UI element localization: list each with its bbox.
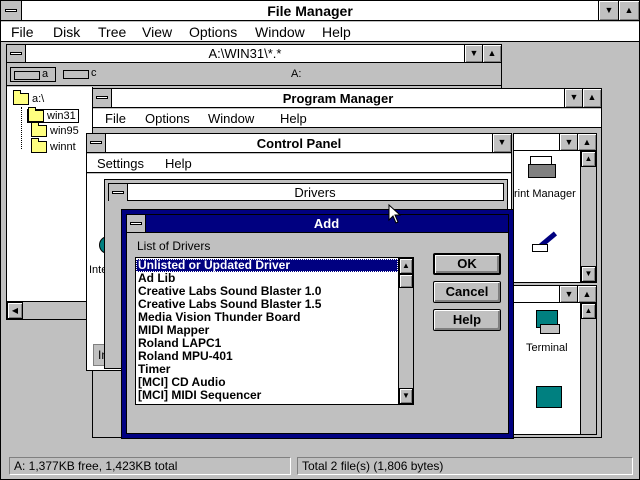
calculator-icon[interactable]	[536, 386, 562, 408]
add-title: Add	[313, 216, 340, 231]
group-accessories-maximize-button[interactable]: ▲	[577, 286, 596, 302]
status-file-count: Total 2 file(s) (1,806 bytes)	[297, 457, 633, 475]
group-accessories-minimize-button[interactable]: ▼	[559, 286, 578, 302]
drivers-vscrollbar[interactable]: ▲ ▼	[398, 258, 413, 404]
drivers-list: Unlisted or Updated Driver Ad Lib Creative…	[136, 259, 398, 402]
add-dialog-inner: Add List of Drivers Unlisted or Updated …	[126, 214, 509, 434]
add-dialog: Add List of Drivers Unlisted or Updated …	[121, 209, 514, 439]
add-titlebar[interactable]: Add	[127, 215, 508, 233]
folder-icon	[31, 138, 47, 154]
folder-icon	[31, 122, 47, 138]
tree-hscrollbar[interactable]: ◀	[7, 301, 93, 319]
pm-menu-options[interactable]: Options	[145, 109, 190, 128]
pm-menu-file[interactable]: File	[105, 109, 126, 128]
add-system-menu-icon[interactable]	[127, 215, 146, 232]
directory-titlebar[interactable]: A:\WIN31\*.* ▼ ▲	[7, 45, 501, 63]
drive-a-button[interactable]: a	[10, 67, 56, 82]
print-manager-icon[interactable]	[528, 156, 556, 178]
tree-pane: a:\ win31 win95 winnt	[7, 87, 93, 307]
directory-title: A:\WIN31\*.*	[208, 46, 282, 61]
drivers-listbox[interactable]: Unlisted or Updated Driver Ad Lib Creative…	[135, 257, 414, 405]
drive-a-label: a	[42, 68, 49, 80]
help-button[interactable]: Help	[433, 309, 501, 331]
tree-item-win95[interactable]: win95	[31, 122, 79, 138]
group-accessories-titlebar[interactable]: ▼ ▲	[514, 286, 596, 303]
program-manager-title: Program Manager	[282, 91, 394, 106]
group-main-maximize-button[interactable]: ▲	[577, 134, 596, 150]
group-accessories-vscrollbar[interactable]: ▲	[580, 303, 596, 434]
menu-file[interactable]: File	[11, 22, 34, 42]
directory-system-menu-icon[interactable]	[7, 45, 26, 62]
drivers-titlebar[interactable]: Drivers	[108, 183, 504, 201]
group-main-titlebar[interactable]: ▼ ▲	[514, 134, 596, 151]
driver-list-item[interactable]: Roland MPU-401	[136, 350, 398, 363]
group-window-main: ▼ ▲ rint Manager ▲ ▼	[513, 133, 597, 283]
volume-label: A:	[291, 68, 302, 80]
group-window-accessories: ▼ ▲ Terminal ▲	[513, 285, 597, 435]
tree-item-winnt[interactable]: winnt	[31, 138, 76, 154]
group-main-vscrollbar[interactable]: ▲ ▼	[580, 151, 596, 282]
control-panel-minimize-button[interactable]: ▼	[492, 134, 511, 152]
menu-view[interactable]: View	[142, 22, 172, 42]
drivers-title: Drivers	[294, 185, 336, 200]
pm-menu-window[interactable]: Window	[208, 109, 254, 128]
control-panel-title: Control Panel	[256, 136, 342, 151]
menu-options[interactable]: Options	[189, 22, 237, 42]
terminal-icon[interactable]	[534, 310, 560, 334]
program-manager-titlebar[interactable]: Program Manager ▼ ▲	[93, 89, 601, 108]
floppy-drive-icon	[14, 71, 40, 80]
cp-menu-help[interactable]: Help	[165, 154, 192, 173]
pen-icon[interactable]	[532, 226, 558, 252]
scroll-up-button[interactable]: ▲	[581, 303, 596, 319]
directory-maximize-button[interactable]: ▲	[482, 45, 501, 62]
scroll-up-button[interactable]: ▲	[581, 151, 596, 167]
list-of-drivers-label: List of Drivers	[137, 239, 211, 253]
mouse-pointer-icon	[388, 203, 402, 224]
status-free-space: A: 1,377KB free, 1,423KB total	[9, 457, 291, 475]
directory-minimize-button[interactable]: ▼	[464, 45, 483, 62]
control-panel-system-menu-icon[interactable]	[87, 134, 106, 152]
driver-list-item[interactable]: Unlisted or Updated Driver	[136, 259, 398, 272]
maximize-button[interactable]: ▲	[618, 1, 639, 20]
ok-button[interactable]: OK	[433, 253, 501, 275]
tree-item-root[interactable]: a:\	[13, 90, 44, 106]
file-manager-title: File Manager	[267, 3, 353, 19]
menu-help[interactable]: Help	[322, 22, 351, 42]
drive-bar: a c A:	[7, 64, 501, 86]
hard-drive-icon	[63, 70, 89, 79]
system-menu-icon[interactable]	[1, 1, 22, 20]
program-manager-minimize-button[interactable]: ▼	[564, 89, 583, 107]
menu-window[interactable]: Window	[255, 22, 305, 42]
open-folder-icon	[13, 90, 29, 106]
scroll-thumb[interactable]	[399, 274, 413, 288]
scroll-down-button[interactable]: ▼	[399, 388, 413, 404]
control-panel-menubar: Settings Help	[87, 154, 511, 173]
minimize-button[interactable]: ▼	[598, 1, 619, 20]
pm-menu-help[interactable]: Help	[280, 109, 307, 128]
control-panel-titlebar[interactable]: Control Panel ▼	[87, 134, 511, 153]
tree-item-win31[interactable]: win31	[27, 107, 79, 124]
program-manager-menubar: File Options Window Help	[93, 109, 601, 128]
scroll-up-button[interactable]: ▲	[399, 258, 413, 274]
scroll-left-button[interactable]: ◀	[7, 302, 23, 319]
drive-c-button[interactable]: c	[61, 67, 99, 82]
scroll-down-button[interactable]: ▼	[581, 266, 596, 282]
drivers-system-menu-icon[interactable]	[109, 184, 128, 201]
menu-disk[interactable]: Disk	[53, 22, 80, 42]
menu-tree[interactable]: Tree	[98, 22, 126, 42]
cp-menu-settings[interactable]: Settings	[97, 154, 144, 173]
cancel-button[interactable]: Cancel	[433, 281, 501, 303]
drive-c-label: c	[91, 67, 97, 79]
tree-connector	[21, 107, 22, 149]
program-manager-maximize-button[interactable]: ▲	[582, 89, 601, 107]
file-manager-menubar: File Disk Tree View Options Window Help	[1, 22, 639, 42]
driver-list-item[interactable]: [MCI] MIDI Sequencer	[136, 389, 398, 402]
group-main-minimize-button[interactable]: ▼	[559, 134, 578, 150]
terminal-label: Terminal	[526, 342, 568, 354]
open-folder-icon	[28, 107, 44, 123]
file-manager-titlebar[interactable]: File Manager ▼ ▲	[1, 1, 639, 21]
program-manager-system-menu-icon[interactable]	[93, 89, 112, 107]
print-manager-label: rint Manager	[514, 188, 576, 200]
